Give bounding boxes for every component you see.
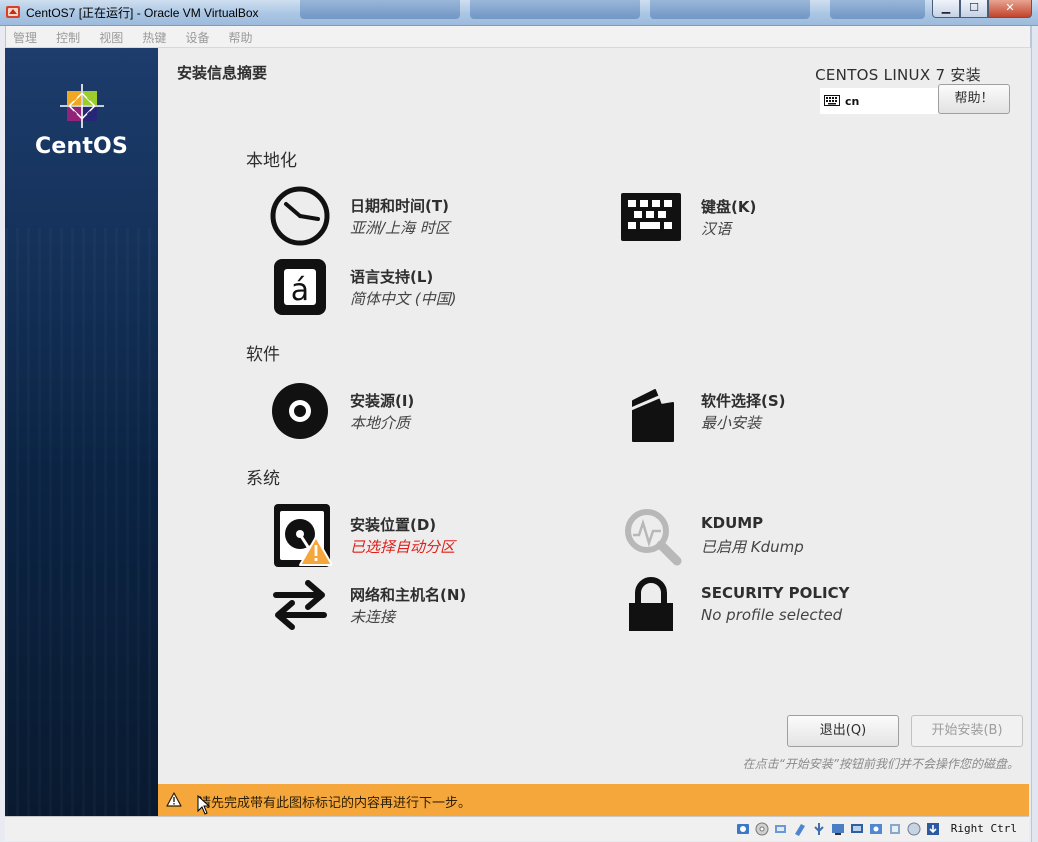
- section-system: 系统: [246, 469, 280, 489]
- recording-indicator-icon[interactable]: [868, 821, 884, 837]
- close-button[interactable]: ✕: [988, 0, 1032, 18]
- keyboard-icon: [824, 95, 840, 106]
- keyboard-layout-indicator[interactable]: cn: [820, 88, 938, 114]
- optical-drive-indicator-icon[interactable]: [754, 821, 770, 837]
- spoke-kdump[interactable]: KDUMP 已启用 Kdump: [619, 503, 939, 567]
- usb-indicator-icon[interactable]: [811, 821, 827, 837]
- window-titlebar: CentOS7 [正在运行] - Oracle VM VirtualBox ▁ …: [0, 0, 1038, 26]
- mouse-cursor-icon: [197, 795, 211, 815]
- menu-view[interactable]: 视图: [92, 26, 130, 46]
- help-button[interactable]: 帮助！: [938, 84, 1010, 114]
- menu-devices[interactable]: 设备: [178, 26, 216, 46]
- menu-help[interactable]: 帮助: [222, 26, 260, 46]
- spoke-language[interactable]: á 语言支持(L) 简体中文 (中国): [268, 255, 588, 319]
- section-software: 软件: [246, 345, 280, 365]
- spoke-security-policy-status: No profile selected: [701, 606, 843, 624]
- statusbar: Right Ctrl: [5, 816, 1029, 841]
- menu-manage[interactable]: 管理: [6, 26, 44, 46]
- warning-icon: [166, 792, 182, 807]
- menu-control[interactable]: 控制: [49, 26, 87, 46]
- virtualbox-app-icon: [6, 6, 20, 18]
- spoke-software-selection-status: 最小安装: [701, 414, 762, 432]
- spoke-keyboard-title: 键盘(K): [701, 198, 757, 216]
- keyboard-layout-label: cn: [845, 95, 860, 108]
- window-title: CentOS7 [正在运行] - Oracle VM VirtualBox: [26, 6, 259, 20]
- spoke-install-destination[interactable]: 安装位置(D) 已选择自动分区: [268, 503, 588, 567]
- hard-disk-warning-icon: [274, 504, 332, 567]
- spoke-software-selection[interactable]: 软件选择(S) 最小安装: [619, 379, 939, 443]
- lock-icon: [629, 577, 673, 631]
- window-right-border: [1031, 26, 1038, 842]
- keyboard-capture-indicator-icon[interactable]: [925, 821, 941, 837]
- spoke-network-status: 未连接: [350, 608, 396, 626]
- disk-notice-text: 在点击“开始安装”按钮前我们并不会操作您的磁盘。: [742, 757, 1019, 771]
- spoke-software-selection-title: 软件选择(S): [701, 392, 786, 410]
- spoke-datetime-status: 亚洲/上海 时区: [350, 219, 450, 237]
- page-title: 安装信息摘要: [177, 64, 268, 82]
- maximize-button[interactable]: ☐: [960, 0, 988, 18]
- audio-indicator-icon[interactable]: [773, 821, 789, 837]
- spoke-datetime[interactable]: 日期和时间(T) 亚洲/上海 时区: [268, 184, 588, 248]
- spoke-language-title: 语言支持(L): [350, 268, 434, 286]
- begin-installation-button[interactable]: 开始安装(B): [911, 715, 1023, 747]
- menu-hotkeys[interactable]: 热键: [135, 26, 173, 46]
- centos-logo-icon: [60, 84, 104, 128]
- centos-logo-text: CentOS: [35, 134, 128, 159]
- product-title: CENTOS LINUX 7 安装: [815, 66, 981, 84]
- spoke-datetime-title: 日期和时间(T): [350, 197, 449, 215]
- language-icon: á: [274, 259, 326, 315]
- keyboard-icon: [621, 193, 681, 241]
- mouse-integration-indicator-icon[interactable]: [906, 821, 922, 837]
- spoke-install-source-title: 安装源(I): [350, 392, 415, 410]
- section-localization: 本地化: [246, 151, 297, 171]
- spoke-install-destination-status: 已选择自动分区: [350, 538, 456, 556]
- spoke-security-policy[interactable]: SECURITY POLICY No profile selected: [619, 573, 939, 637]
- spoke-kdump-title: KDUMP: [701, 514, 764, 532]
- hard-disk-indicator-icon[interactable]: [735, 821, 751, 837]
- background-taskbar-tab: [300, 0, 460, 19]
- installer-sidebar: CentOS: [5, 48, 158, 816]
- host-key-label: Right Ctrl: [950, 822, 1017, 835]
- background-taskbar-tab: [650, 0, 810, 19]
- window-controls: ▁ ☐ ✕: [932, 0, 1032, 18]
- vm-screen: CentOS 安装信息摘要 CENTOS LINUX 7 安装 cn 帮助！ 本…: [5, 48, 1029, 816]
- network-arrows-icon: [273, 580, 327, 630]
- disc-icon: [272, 383, 328, 439]
- spoke-install-source-status: 本地介质: [350, 414, 411, 432]
- spoke-install-source[interactable]: 安装源(I) 本地介质: [268, 379, 588, 443]
- svg-text:á: á: [291, 273, 309, 308]
- display-indicator-icon[interactable]: [849, 821, 865, 837]
- menubar: 管理 控制 视图 热键 设备 帮助: [5, 26, 1031, 48]
- background-taskbar-tab: [470, 0, 640, 19]
- spoke-language-status: 简体中文 (中国): [350, 290, 457, 308]
- cpu-indicator-icon[interactable]: [887, 821, 903, 837]
- spoke-keyboard-status: 汉语: [701, 220, 732, 238]
- spoke-keyboard[interactable]: 键盘(K) 汉语: [619, 185, 939, 249]
- spoke-install-destination-title: 安装位置(D): [350, 516, 437, 534]
- magnifier-icon: [625, 509, 682, 566]
- shared-folders-indicator-icon[interactable]: [830, 821, 846, 837]
- spoke-security-policy-title: SECURITY POLICY: [701, 584, 850, 602]
- spoke-network-title: 网络和主机名(N): [350, 586, 467, 604]
- network-indicator-icon[interactable]: [792, 821, 808, 837]
- warning-bar-text: 请先完成带有此图标标记的内容再进行下一步。: [198, 796, 472, 811]
- spoke-kdump-status: 已启用 Kdump: [701, 538, 804, 556]
- package-icon: [630, 389, 674, 442]
- device-indicators: [735, 821, 941, 837]
- warning-bar: 请先完成带有此图标标记的内容再进行下一步。: [158, 784, 1029, 816]
- background-taskbar-tab: [830, 0, 925, 19]
- quit-button[interactable]: 退出(Q): [787, 715, 899, 747]
- minimize-button[interactable]: ▁: [932, 0, 960, 18]
- clock-icon: [270, 186, 330, 246]
- spoke-network[interactable]: 网络和主机名(N) 未连接: [268, 573, 588, 637]
